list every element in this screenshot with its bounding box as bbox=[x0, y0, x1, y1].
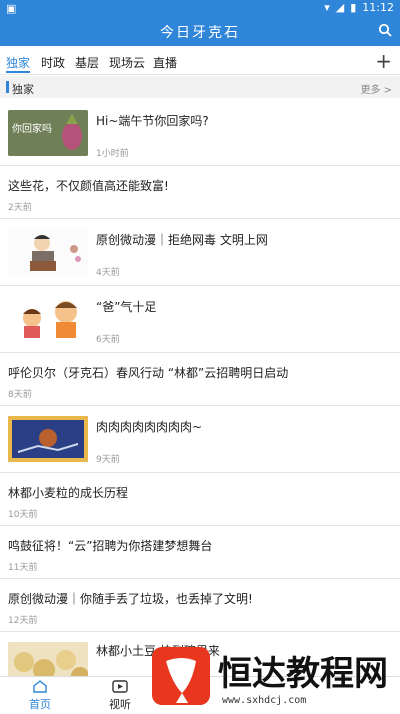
tab-grassroots[interactable]: 基层 bbox=[75, 54, 99, 71]
app-bar: 今日牙克石 bbox=[0, 16, 400, 46]
article-thumbnail bbox=[8, 229, 88, 275]
list-item[interactable]: 你回家吗 Hi~端午节你回家吗? 1小时前 bbox=[0, 98, 400, 166]
list-item[interactable]: 肉肉肉肉肉肉肉肉~ 9天前 bbox=[0, 406, 400, 473]
wifi-icon: ▾ bbox=[324, 1, 330, 14]
article-time: 6天前 bbox=[96, 335, 120, 345]
home-icon bbox=[33, 680, 47, 693]
active-tab-indicator bbox=[6, 71, 30, 73]
section-header: 独家 更多 > bbox=[0, 76, 400, 98]
article-title: 呼伦贝尔（牙克石）春风行动 “林都”云招聘明日启动 bbox=[8, 366, 289, 380]
thumbnail-text: 你回家吗 bbox=[12, 122, 52, 135]
list-item[interactable]: 这些花，不仅颜值高还能致富! 2天前 bbox=[0, 166, 400, 219]
article-time: 1小时前 bbox=[96, 149, 129, 159]
article-time: 12天前 bbox=[8, 616, 38, 626]
article-time: 9天前 bbox=[96, 455, 120, 465]
tab-bar: 独家 时政 基层 现场云 直播 + bbox=[0, 46, 400, 75]
more-link[interactable]: 更多 > bbox=[360, 81, 392, 96]
nav-media[interactable]: 视听 bbox=[90, 679, 150, 712]
article-time: 11天前 bbox=[8, 563, 38, 573]
watermark-logo: 恒达教程网 www.sxhdcj.com bbox=[152, 647, 400, 710]
list-item[interactable]: 鸣鼓征将！“云”招聘为你搭建梦想舞台 11天前 bbox=[0, 526, 400, 579]
article-time: 4天前 bbox=[96, 268, 120, 278]
tab-live[interactable]: 直播 bbox=[153, 54, 177, 71]
status-bar: ▣ ▾ ◢ ▮ 11:12 bbox=[0, 0, 400, 16]
article-title: “爸”气十足 bbox=[96, 300, 157, 314]
article-thumbnail bbox=[8, 416, 88, 462]
tab-live-cloud[interactable]: 现场云 bbox=[109, 54, 145, 71]
article-thumbnail bbox=[8, 296, 88, 342]
list-item[interactable]: 呼伦贝尔（牙克石）春风行动 “林都”云招聘明日启动 8天前 bbox=[0, 353, 400, 406]
article-title: 鸣鼓征将！“云”招聘为你搭建梦想舞台 bbox=[8, 539, 213, 553]
section-title: 独家 bbox=[12, 83, 34, 96]
article-title: Hi~端午节你回家吗? bbox=[96, 114, 209, 128]
section-accent-bar bbox=[6, 81, 9, 93]
battery-icon: ▮ bbox=[350, 1, 357, 14]
status-time: 11:12 bbox=[362, 1, 394, 14]
list-item[interactable]: 原创微动漫｜你随手丢了垃圾，也丢掉了文明! 12天前 bbox=[0, 579, 400, 632]
article-thumbnail: 你回家吗 bbox=[8, 110, 88, 156]
article-time: 10天前 bbox=[8, 510, 38, 520]
search-icon[interactable] bbox=[378, 22, 392, 41]
list-item[interactable]: 林都小麦粒的成长历程 10天前 bbox=[0, 473, 400, 526]
notification-icon: ▣ bbox=[6, 2, 17, 15]
article-list: 你回家吗 Hi~端午节你回家吗? 1小时前 这些花，不仅颜值高还能致富! 2天前… bbox=[0, 98, 400, 692]
status-icons: ▾ ◢ ▮ 11:12 bbox=[324, 1, 394, 14]
nav-home[interactable]: 首页 bbox=[10, 679, 70, 712]
video-icon bbox=[112, 680, 128, 693]
add-tab-button[interactable]: + bbox=[375, 51, 392, 71]
watermark-text: 恒达教程网 bbox=[218, 654, 388, 694]
article-title: 肉肉肉肉肉肉肉肉~ bbox=[96, 420, 203, 434]
signal-icon: ◢ bbox=[335, 1, 345, 14]
tab-exclusive[interactable]: 独家 bbox=[6, 54, 30, 71]
article-time: 8天前 bbox=[8, 390, 32, 400]
watermark-url: www.sxhdcj.com bbox=[222, 695, 306, 706]
article-title: 原创微动漫｜拒绝网毒 文明上网 bbox=[96, 233, 268, 247]
article-title: 这些花，不仅颜值高还能致富! bbox=[8, 179, 169, 193]
list-item[interactable]: 原创微动漫｜拒绝网毒 文明上网 4天前 bbox=[0, 219, 400, 286]
list-item[interactable]: “爸”气十足 6天前 bbox=[0, 286, 400, 353]
tab-politics[interactable]: 时政 bbox=[41, 54, 65, 71]
app-title: 今日牙克石 bbox=[160, 25, 240, 41]
article-time: 2天前 bbox=[8, 203, 32, 213]
article-title: 原创微动漫｜你随手丢了垃圾，也丢掉了文明! bbox=[8, 592, 253, 606]
article-title: 林都小麦粒的成长历程 bbox=[8, 486, 129, 500]
